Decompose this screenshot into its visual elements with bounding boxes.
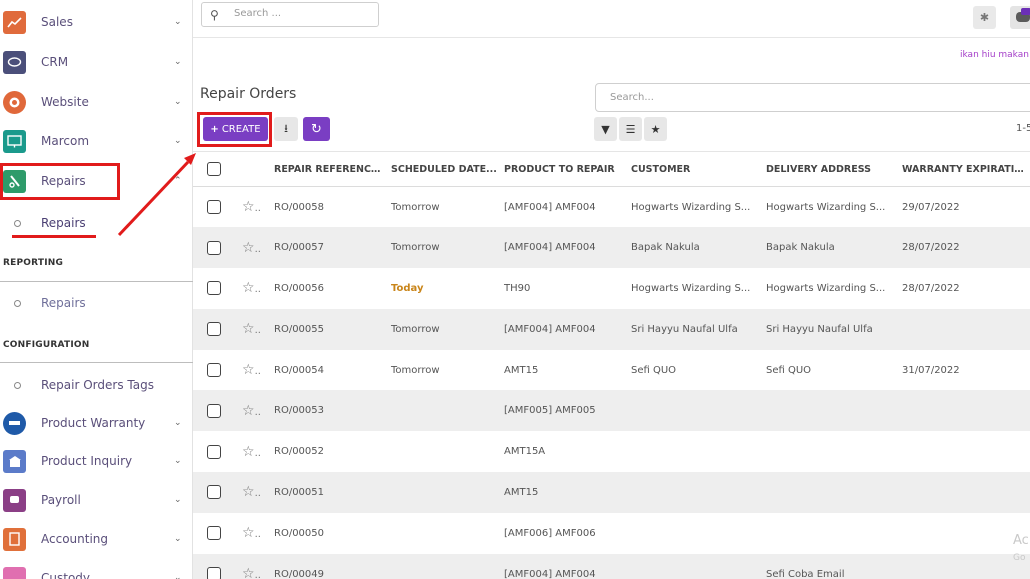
annotation-arrow [117,153,196,237]
watermark-text: Ac [1013,533,1029,548]
watermark-subtext: Go [1013,553,1026,563]
